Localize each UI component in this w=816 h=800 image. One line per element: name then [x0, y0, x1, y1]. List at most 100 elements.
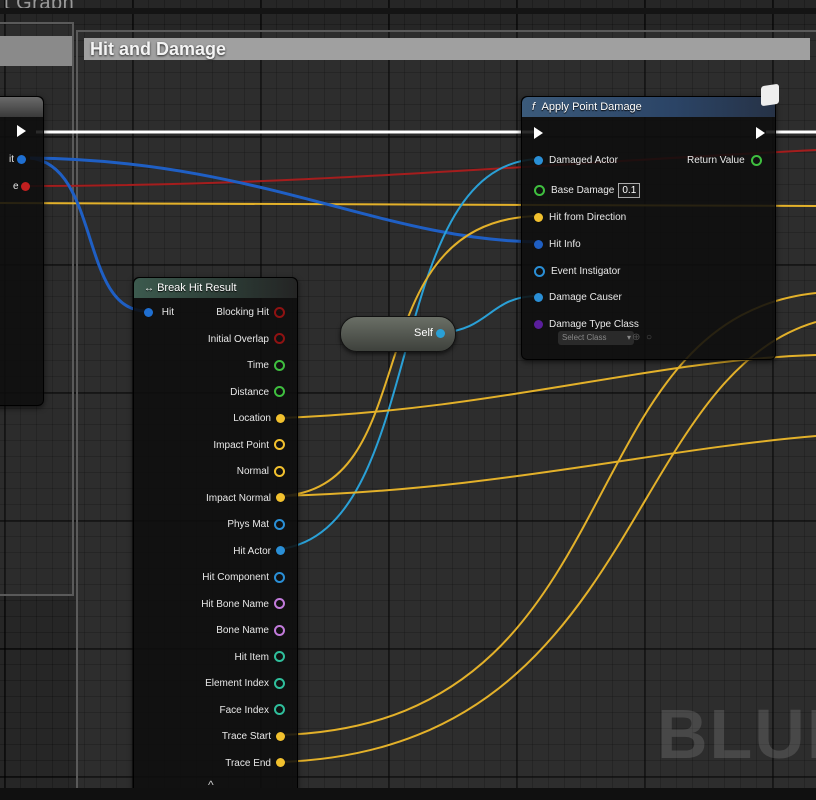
pin-connector-icon — [276, 758, 285, 768]
pin-connector-icon — [276, 493, 285, 503]
pin-label: e — [13, 181, 19, 192]
apply-point-damage-title: Apply Point Damage — [541, 101, 642, 113]
break-hit-result-header[interactable]: ↔ Break Hit Result — [134, 278, 297, 298]
pin-connector-icon — [274, 624, 285, 636]
exec-in-pin[interactable] — [534, 127, 543, 139]
object-wire-hitactor — [279, 158, 539, 550]
pin-connector-icon — [534, 184, 545, 196]
apply-point-damage-header[interactable]: f Apply Point Damage — [522, 97, 775, 117]
pin-label: Time — [247, 360, 269, 371]
break-hit-result-node[interactable]: ↔ Break Hit Result Hit Blocking Hit Initi… — [133, 277, 298, 799]
apply-point-damage-input-pin[interactable]: Event Instigator — [534, 265, 620, 279]
break-hit-result-output-pin[interactable]: Hit Actor — [233, 545, 285, 559]
break-hit-result-output-pin[interactable]: Normal — [237, 465, 285, 479]
pin-hit-out[interactable]: it — [9, 153, 26, 167]
pin-label: Normal — [236, 466, 269, 477]
exec-out-pin[interactable] — [756, 127, 765, 139]
pin-return-value[interactable]: Return Value — [687, 154, 763, 168]
function-icon: f — [532, 101, 536, 113]
pin-connector-icon — [274, 677, 285, 689]
break-hit-result-output-pin[interactable]: Hit Bone Name — [201, 598, 285, 612]
pin-hit-in[interactable]: Hit — [144, 306, 174, 320]
pin-connector-icon — [274, 465, 285, 477]
break-hit-result-output-pin[interactable]: Blocking Hit — [216, 306, 285, 320]
break-hit-result-output-pin[interactable]: Distance — [230, 386, 285, 400]
pin-label: Trace Start — [221, 731, 271, 742]
break-hit-result-output-pin[interactable]: Hit Item — [235, 651, 285, 665]
pin-label: Return Value — [687, 155, 745, 166]
break-hit-result-output-pin[interactable]: Impact Point — [213, 439, 285, 453]
break-hit-result-output-pin[interactable]: Trace Start — [222, 730, 285, 744]
search-icon[interactable]: ○ — [646, 332, 652, 343]
apply-point-damage-input-pin[interactable]: Damage Causer — [534, 291, 622, 305]
pin-connector-icon — [274, 333, 285, 345]
pin-label: Bone Name — [216, 625, 269, 636]
pin-connector-icon — [276, 731, 285, 741]
pin-label: Element Index — [205, 678, 269, 689]
pin-connector-icon — [274, 598, 285, 610]
apply-point-damage-node[interactable]: f Apply Point Damage Damaged Actor Base D… — [521, 83, 779, 360]
pin-label: Hit Component — [202, 572, 269, 583]
pin-connector-icon — [274, 359, 285, 371]
pin-connector-icon — [274, 651, 285, 663]
pin-connector-icon — [274, 571, 285, 583]
pin-connector-icon — [534, 239, 543, 249]
pin-label: Hit Actor — [233, 545, 271, 557]
apply-point-damage-input-pin[interactable]: Damaged Actor — [534, 154, 618, 168]
break-hit-result-title: Break Hit Result — [157, 282, 237, 294]
break-hit-result-output-pin[interactable]: Trace End — [225, 757, 285, 771]
pin-label: Face Index — [219, 704, 269, 716]
exec-out-pin[interactable] — [17, 125, 26, 137]
break-hit-result-output-pin[interactable]: Initial Overlap — [208, 333, 285, 347]
vector-wire-impactnormal — [279, 215, 539, 497]
pin-label: Hit from Direction — [549, 212, 627, 223]
select-placeholder: Select Class — [562, 333, 607, 342]
pin-label: Location — [233, 413, 271, 424]
break-hit-result-output-pin[interactable]: Location — [233, 412, 285, 426]
pin-connector-icon — [534, 212, 543, 222]
pin-label: Initial Overlap — [207, 333, 269, 345]
apply-point-damage-input-pin[interactable]: Base Damage 0.1 — [534, 183, 641, 198]
struct-pin-icon — [16, 154, 26, 164]
pin-bool-out[interactable]: e — [13, 180, 31, 194]
pin-label: Damage Causer — [549, 292, 622, 303]
pin-label: Damaged Actor — [549, 155, 618, 166]
pin-label: Impact Normal — [205, 492, 271, 504]
pin-connector-icon — [274, 439, 285, 451]
break-hit-result-output-pin[interactable]: Face Index — [220, 704, 285, 718]
pin-connector-icon — [274, 386, 285, 398]
apply-point-damage-input-pin[interactable]: Hit Info — [534, 238, 581, 252]
damage-type-class-select[interactable]: Select Class ▾ — [558, 331, 634, 345]
pin-connector-icon — [276, 413, 285, 423]
break-hit-result-output-pin[interactable]: Impact Normal — [206, 492, 285, 506]
break-hit-result-output-pin[interactable]: Bone Name — [216, 624, 285, 638]
break-hit-result-output-pin[interactable]: Hit Component — [202, 571, 285, 585]
pin-label: Hit Info — [549, 239, 581, 250]
hit-wire-break — [29, 156, 146, 313]
pin-label: Phys Mat — [227, 519, 269, 530]
pin-label: Distance — [230, 386, 269, 398]
pin-label: Trace End — [225, 757, 271, 769]
pin-connector-icon — [276, 546, 285, 556]
chevron-down-icon: ▾ — [626, 333, 631, 342]
event-node-partial[interactable]: it e — [0, 96, 44, 406]
break-struct-icon: ↔ — [144, 283, 154, 294]
base-damage-input[interactable]: 0.1 — [618, 183, 641, 198]
cube-icon — [761, 83, 779, 107]
pin-label: Base Damage — [551, 185, 615, 196]
break-hit-result-output-pin[interactable]: Time — [247, 359, 285, 373]
browse-icon[interactable]: ⊕ — [632, 332, 640, 343]
self-node[interactable]: Self — [340, 316, 456, 352]
graph-bottom-bar — [0, 788, 816, 800]
break-hit-result-output-pin[interactable]: Phys Mat — [227, 518, 285, 532]
pin-connector-icon — [534, 319, 543, 329]
self-label: Self — [414, 327, 433, 339]
object-pin-icon[interactable] — [436, 329, 445, 338]
break-hit-result-output-pin[interactable]: Element Index — [205, 677, 285, 691]
pin-connector-icon — [534, 155, 543, 165]
apply-point-damage-input-pin[interactable]: Hit from Direction — [534, 211, 626, 225]
float-pin-icon — [751, 154, 763, 166]
apply-point-damage-input-pin[interactable]: Damage Type Class — [534, 318, 639, 332]
pin-label: Impact Point — [213, 439, 269, 451]
pin-label: it — [9, 154, 14, 165]
